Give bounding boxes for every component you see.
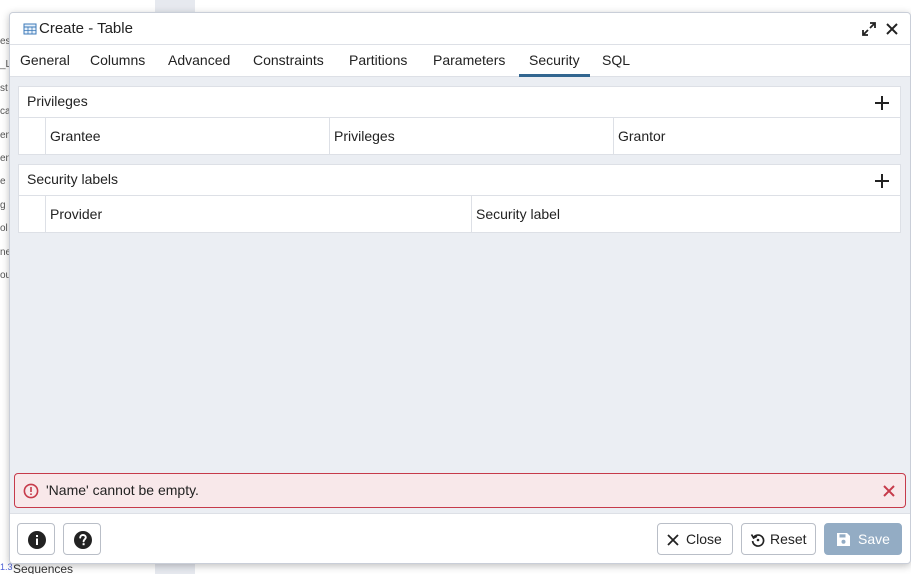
column-header-privileges[interactable]: Privileges <box>330 118 614 155</box>
tab-general[interactable]: General <box>10 45 80 77</box>
bg-tree-item: g <box>0 199 6 211</box>
dialog-titlebar[interactable]: Create - Table <box>10 13 910 45</box>
reset-icon <box>750 534 765 547</box>
tab-partitions[interactable]: Partitions <box>339 45 417 77</box>
bg-tree-item: ou <box>0 269 9 281</box>
tab-advanced[interactable]: Advanced <box>158 45 240 77</box>
error-text: 'Name' cannot be empty. <box>46 482 199 498</box>
row-action-column <box>19 118 46 155</box>
table-icon <box>23 23 37 35</box>
tab-bar: General Columns Advanced Constraints Par… <box>10 45 910 77</box>
bg-tree-item: es <box>0 36 9 47</box>
close-icon[interactable] <box>884 21 900 37</box>
dismiss-error-icon[interactable] <box>882 484 896 498</box>
column-header-grantee[interactable]: Grantee <box>46 118 330 155</box>
help-icon <box>74 531 92 549</box>
tab-sql[interactable]: SQL <box>592 45 640 77</box>
bg-tree-item: ca <box>0 106 9 118</box>
bg-tree-item: _La <box>0 59 9 71</box>
privileges-header: Privileges <box>19 87 900 118</box>
bg-tree-item: en <box>0 152 9 164</box>
info-button[interactable] <box>17 523 55 555</box>
close-button-label: Close <box>686 531 722 547</box>
privileges-panel: Privileges Grantee Privileges Grantor <box>18 86 901 155</box>
close-icon <box>667 534 679 546</box>
column-header-security-label[interactable]: Security label <box>472 196 900 233</box>
dialog-title: Create - Table <box>39 20 133 37</box>
save-icon <box>837 533 850 546</box>
bg-tree-item: en <box>0 129 9 141</box>
privileges-title: Privileges <box>27 93 88 109</box>
row-action-column <box>19 196 46 233</box>
add-privilege-icon[interactable] <box>874 95 890 111</box>
tab-security[interactable]: Security <box>519 45 590 77</box>
error-message-bar: 'Name' cannot be empty. <box>14 473 906 508</box>
column-header-provider[interactable]: Provider <box>46 196 472 233</box>
tab-constraints[interactable]: Constraints <box>243 45 334 77</box>
column-header-grantor[interactable]: Grantor <box>614 118 900 155</box>
reset-button[interactable]: Reset <box>741 523 816 555</box>
bg-tree-item: e <box>0 176 6 188</box>
help-button[interactable] <box>63 523 101 555</box>
maximize-icon[interactable] <box>861 21 877 37</box>
security-labels-panel: Security labels Provider Security label <box>18 164 901 233</box>
error-icon <box>23 483 39 499</box>
bg-tree-item: st <box>0 82 8 94</box>
background-tree-text: es _La st ca en en e g ol ne ou <box>0 30 9 287</box>
bg-tree-item: ol <box>0 223 8 235</box>
save-button-label: Save <box>858 531 890 547</box>
security-labels-column-header: Provider Security label <box>19 196 900 233</box>
privileges-column-header: Grantee Privileges Grantor <box>19 118 900 155</box>
reset-button-label: Reset <box>770 531 807 547</box>
tab-parameters[interactable]: Parameters <box>423 45 515 77</box>
tab-columns[interactable]: Columns <box>80 45 155 77</box>
add-security-label-icon[interactable] <box>874 173 890 189</box>
bg-tree-item: ne <box>0 246 9 258</box>
create-table-dialog: Create - Table General Columns Advanced … <box>9 12 911 564</box>
security-labels-header: Security labels <box>19 165 900 196</box>
save-button[interactable]: Save <box>824 523 902 555</box>
security-labels-title: Security labels <box>27 171 119 187</box>
dialog-footer: Close Reset Save <box>10 513 910 563</box>
close-button[interactable]: Close <box>657 523 733 555</box>
info-icon <box>28 531 46 549</box>
